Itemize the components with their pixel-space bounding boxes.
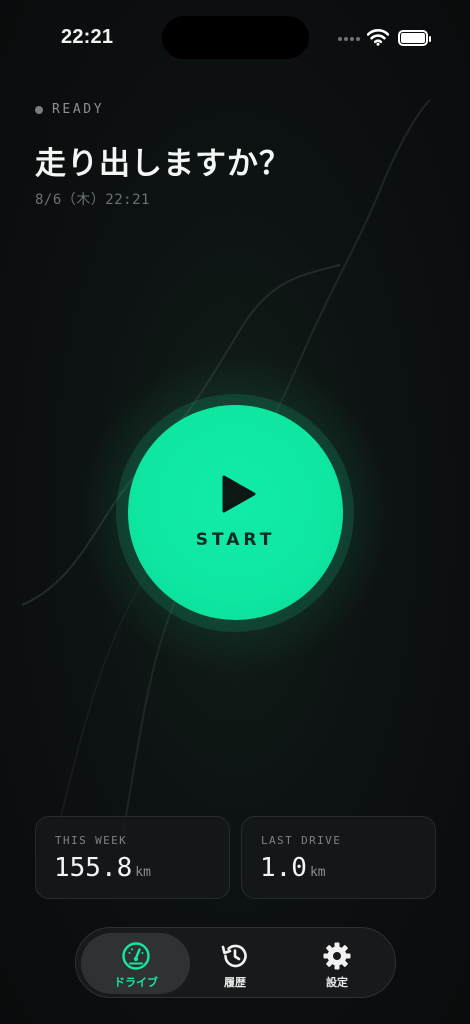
stat-card-last-drive: LAST DRIVE 1.0 km	[241, 816, 436, 899]
stat-label: THIS WEEK	[55, 834, 128, 847]
ready-status-text: READY	[52, 102, 105, 117]
stat-value: 1.0 km	[260, 853, 326, 883]
stat-value: 155.8 km	[54, 853, 151, 883]
speedometer-icon	[122, 942, 150, 970]
dynamic-island	[162, 16, 309, 59]
current-datetime: 8/6（木）22:21	[35, 192, 150, 208]
tab-label: 設定	[326, 976, 348, 989]
cellular-signal-icon	[338, 37, 360, 41]
gear-icon	[323, 942, 351, 970]
status-dot-icon	[35, 105, 43, 114]
history-icon	[221, 944, 247, 968]
status-bar: 22:21	[0, 0, 470, 76]
tab-settings[interactable]: 設定	[287, 933, 387, 994]
tab-label: ドライブ	[114, 976, 158, 989]
tab-bar: ドライブ 履歴 設定	[75, 927, 396, 998]
tab-label: 履歴	[224, 976, 246, 989]
stat-unit: km	[135, 865, 151, 880]
stat-unit: km	[309, 865, 326, 880]
ready-indicator: READY	[35, 102, 104, 117]
tab-drive[interactable]: ドライブ	[86, 933, 186, 994]
wifi-icon	[367, 29, 389, 46]
battery-icon	[398, 30, 431, 46]
stat-card-this-week: THIS WEEK 155.8 km	[35, 816, 230, 899]
start-button-label[interactable]: START	[128, 530, 343, 550]
stat-label: LAST DRIVE	[261, 834, 342, 847]
page-title: 走り出しますか？	[35, 146, 291, 182]
play-icon[interactable]	[222, 475, 256, 513]
status-time: 22:21	[61, 26, 114, 48]
tab-history[interactable]: 履歴	[185, 933, 285, 994]
